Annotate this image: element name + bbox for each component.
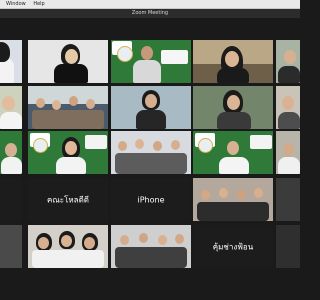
participant-tile-p7[interactable] <box>28 86 108 129</box>
participant-tile-p16[interactable] <box>0 178 22 221</box>
app-menubar: Window Help <box>0 0 300 9</box>
participant-tile-p14[interactable] <box>193 131 273 174</box>
participant-tile-p20[interactable] <box>193 178 273 221</box>
participant-tile-p12[interactable] <box>28 131 108 174</box>
participant-tile-p1[interactable] <box>0 40 22 83</box>
menu-window[interactable]: Window <box>6 1 26 7</box>
menu-help[interactable]: Help <box>33 1 44 7</box>
participant-tile-p15[interactable] <box>276 131 300 174</box>
participant-tile-p3[interactable] <box>111 40 191 83</box>
participant-tile-p2[interactable] <box>28 40 108 83</box>
participant-tile-p6[interactable] <box>0 86 22 129</box>
participant-name-label: iPhone <box>137 195 165 204</box>
participant-tile-p17[interactable] <box>276 178 300 221</box>
window-title: Zoom Meeting <box>0 9 300 18</box>
participant-name-label: คณะโหลดีดี <box>47 195 89 204</box>
video-grid: คณะโหลดีดี iPhone คุ้มช่างฟ้อน <box>0 18 300 300</box>
participant-tile-p8[interactable] <box>111 86 191 129</box>
participant-tile-p19[interactable]: iPhone <box>111 178 191 221</box>
participant-tile-p23[interactable] <box>111 225 191 268</box>
participant-tile-p5[interactable] <box>276 40 300 83</box>
participant-name-label: คุ้มช่างฟ้อน <box>212 242 254 251</box>
participant-tile-p4[interactable] <box>193 40 273 83</box>
participant-tile-p11[interactable] <box>0 131 22 174</box>
participant-tile-p21[interactable] <box>0 225 22 268</box>
participant-tile-p9[interactable] <box>193 86 273 129</box>
participant-tile-p18[interactable]: คณะโหลดีดี <box>28 178 108 221</box>
participant-tile-p24[interactable] <box>276 225 300 268</box>
participant-tile-p25[interactable]: คุ้มช่างฟ้อน <box>193 225 273 268</box>
participant-tile-p22[interactable] <box>28 225 108 268</box>
participant-tile-p13[interactable] <box>111 131 191 174</box>
participant-tile-p10[interactable] <box>276 86 300 129</box>
